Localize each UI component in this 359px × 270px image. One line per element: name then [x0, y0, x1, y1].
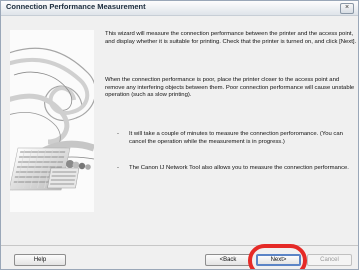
- wizard-introduction: This wizard will measure the connection …: [105, 31, 357, 45]
- back-button[interactable]: <Back: [205, 254, 251, 266]
- bullet-marker: -: [117, 131, 119, 137]
- cancel-button[interactable]: Cancel: [307, 254, 352, 266]
- wizard-illustration: [10, 30, 94, 212]
- dialog-window: Connection Performance Measurement × Thi…: [0, 0, 359, 270]
- title-bar: Connection Performance Measurement ×: [1, 1, 358, 16]
- help-button[interactable]: Help: [14, 254, 66, 266]
- button-separator: [1, 245, 358, 246]
- close-icon[interactable]: ×: [340, 3, 354, 14]
- window-title: Connection Performance Measurement: [6, 2, 146, 11]
- bullet-marker: -: [117, 165, 119, 171]
- connection-advice: When the connection performance is poor,…: [105, 77, 355, 99]
- data-streams-illustration: [10, 30, 94, 212]
- network-tool-note: The Canon IJ Network Tool also allows yo…: [129, 165, 349, 171]
- next-button[interactable]: Next>: [256, 254, 301, 266]
- measurement-note: It will take a couple of minutes to meas…: [129, 131, 343, 145]
